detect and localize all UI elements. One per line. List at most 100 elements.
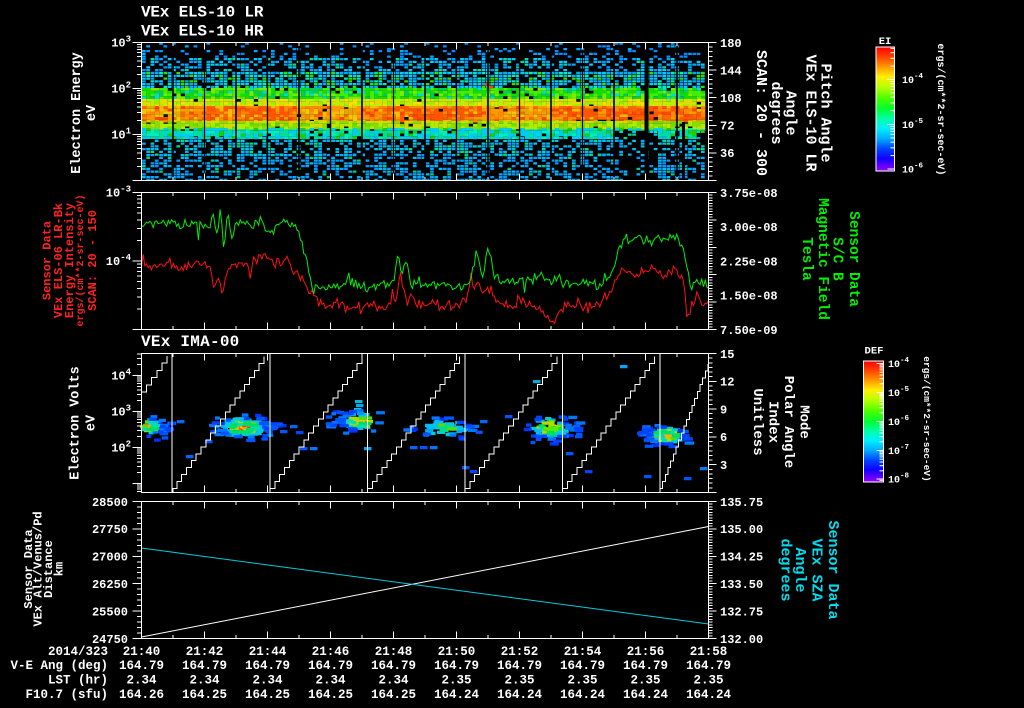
svg-text:21:46: 21:46 bbox=[312, 645, 350, 659]
svg-text:26250: 26250 bbox=[92, 578, 128, 592]
svg-text:10-4: 10-4 bbox=[106, 253, 132, 269]
svg-text:Unitless: Unitless bbox=[749, 388, 765, 455]
svg-text:F10.7 (sfu): F10.7 (sfu) bbox=[25, 688, 108, 702]
svg-text:21:48: 21:48 bbox=[375, 645, 413, 659]
svg-text:164.25: 164.25 bbox=[308, 688, 353, 702]
svg-text:144: 144 bbox=[720, 64, 742, 78]
svg-text:2.25e-08: 2.25e-08 bbox=[720, 255, 778, 269]
svg-text:EI: EI bbox=[879, 36, 892, 48]
svg-text:27750: 27750 bbox=[92, 523, 128, 537]
svg-text:133.50: 133.50 bbox=[720, 578, 763, 592]
svg-text:10-3: 10-3 bbox=[106, 185, 131, 201]
svg-text:10-4: 10-4 bbox=[888, 357, 910, 371]
svg-text:3: 3 bbox=[720, 459, 727, 473]
svg-text:Tesla: Tesla bbox=[798, 237, 814, 281]
svg-text:9: 9 bbox=[720, 403, 727, 417]
svg-text:Sensor Data: Sensor Data bbox=[845, 211, 861, 307]
svg-text:2.35: 2.35 bbox=[441, 673, 471, 687]
svg-text:1.50e-08: 1.50e-08 bbox=[720, 290, 778, 304]
svg-text:103: 103 bbox=[111, 404, 131, 420]
svg-text:Energy Intensity: Energy Intensity bbox=[63, 203, 77, 318]
svg-text:10-6: 10-6 bbox=[888, 415, 910, 429]
svg-text:101: 101 bbox=[111, 127, 131, 143]
svg-text:21:50: 21:50 bbox=[438, 645, 476, 659]
svg-text:Electron Energy: Electron Energy bbox=[70, 52, 85, 174]
svg-text:2.34: 2.34 bbox=[378, 673, 409, 687]
svg-text:ergs/(cm**2-sr-sec-eV): ergs/(cm**2-sr-sec-eV) bbox=[934, 43, 946, 175]
svg-text:164.79: 164.79 bbox=[245, 659, 290, 673]
svg-text:2.35: 2.35 bbox=[504, 673, 534, 687]
svg-text:164.25: 164.25 bbox=[371, 688, 416, 702]
svg-text:164.24: 164.24 bbox=[497, 688, 543, 702]
svg-text:25500: 25500 bbox=[92, 605, 128, 619]
svg-text:21:58: 21:58 bbox=[690, 645, 728, 659]
svg-text:180: 180 bbox=[720, 37, 742, 51]
svg-text:7.50e-09: 7.50e-09 bbox=[720, 324, 778, 338]
svg-text:2.35: 2.35 bbox=[567, 673, 597, 687]
svg-text:164.26: 164.26 bbox=[119, 688, 164, 702]
svg-text:164.24: 164.24 bbox=[560, 688, 606, 702]
svg-text:VEx IMA-00: VEx IMA-00 bbox=[141, 333, 240, 351]
svg-text:108: 108 bbox=[720, 92, 742, 106]
svg-text:164.79: 164.79 bbox=[686, 659, 731, 673]
svg-text:135.00: 135.00 bbox=[720, 523, 763, 537]
svg-text:164.25: 164.25 bbox=[245, 688, 290, 702]
svg-text:3.00e-08: 3.00e-08 bbox=[720, 221, 778, 235]
svg-text:103: 103 bbox=[111, 35, 131, 51]
svg-text:degrees: degrees bbox=[777, 538, 794, 601]
svg-text:10-5: 10-5 bbox=[888, 386, 910, 400]
svg-text:15: 15 bbox=[720, 348, 734, 362]
svg-text:ergs/(cm**2-sr-sec-eV): ergs/(cm**2-sr-sec-eV) bbox=[921, 356, 932, 481]
svg-text:135.75: 135.75 bbox=[720, 496, 763, 510]
svg-text:LST (hr): LST (hr) bbox=[48, 673, 108, 687]
svg-text:21:42: 21:42 bbox=[186, 645, 224, 659]
svg-text:km: km bbox=[53, 562, 67, 576]
svg-text:3.75e-08: 3.75e-08 bbox=[720, 187, 778, 201]
svg-text:Electron Volts: Electron Volts bbox=[69, 366, 84, 479]
svg-text:164.79: 164.79 bbox=[623, 659, 668, 673]
svg-text:104: 104 bbox=[111, 368, 131, 384]
svg-text:72: 72 bbox=[720, 120, 734, 134]
svg-text:21:54: 21:54 bbox=[564, 645, 602, 659]
svg-text:Sensor Data: Sensor Data bbox=[824, 520, 841, 619]
svg-text:DEF: DEF bbox=[865, 346, 884, 358]
svg-text:21:40: 21:40 bbox=[123, 645, 161, 659]
svg-text:VEx ELS-10 HR: VEx ELS-10 HR bbox=[141, 23, 264, 41]
svg-text:SCAN: 20 - 150: SCAN: 20 - 150 bbox=[86, 210, 100, 311]
svg-text:134.25: 134.25 bbox=[720, 551, 763, 565]
svg-text:Index: Index bbox=[765, 401, 781, 444]
svg-text:VEx ELS-10 LR: VEx ELS-10 LR bbox=[802, 54, 819, 171]
svg-text:VEx SZA: VEx SZA bbox=[808, 538, 825, 601]
svg-text:10-4: 10-4 bbox=[902, 73, 924, 87]
svg-text:164.79: 164.79 bbox=[119, 659, 164, 673]
svg-text:Polar Angle: Polar Angle bbox=[780, 376, 796, 468]
svg-text:164.24: 164.24 bbox=[434, 688, 480, 702]
svg-text:164.24: 164.24 bbox=[623, 688, 669, 702]
svg-text:102: 102 bbox=[111, 440, 131, 456]
svg-text:SCAN: 20 - 300: SCAN: 20 - 300 bbox=[752, 50, 769, 176]
svg-text:102: 102 bbox=[111, 81, 131, 97]
svg-text:2014/323: 2014/323 bbox=[48, 645, 108, 659]
svg-text:164.79: 164.79 bbox=[308, 659, 353, 673]
svg-text:28500: 28500 bbox=[92, 496, 128, 510]
svg-text:eV: eV bbox=[85, 414, 100, 431]
svg-text:164.79: 164.79 bbox=[371, 659, 416, 673]
svg-text:21:52: 21:52 bbox=[501, 645, 539, 659]
svg-text:164.79: 164.79 bbox=[497, 659, 542, 673]
svg-text:Magnetic Field: Magnetic Field bbox=[814, 198, 830, 320]
svg-text:10-6: 10-6 bbox=[902, 163, 924, 177]
svg-text:Mode: Mode bbox=[796, 405, 812, 439]
svg-text:V-E Ang (deg): V-E Ang (deg) bbox=[10, 659, 108, 673]
svg-text:164.79: 164.79 bbox=[182, 659, 227, 673]
svg-text:36: 36 bbox=[720, 147, 734, 161]
svg-text:164.24: 164.24 bbox=[686, 688, 732, 702]
svg-text:6: 6 bbox=[720, 431, 727, 445]
svg-text:2.35: 2.35 bbox=[693, 673, 723, 687]
svg-text:164.25: 164.25 bbox=[182, 688, 227, 702]
svg-text:10-7: 10-7 bbox=[888, 444, 909, 458]
svg-text:164.79: 164.79 bbox=[560, 659, 605, 673]
svg-text:2.35: 2.35 bbox=[630, 673, 660, 687]
svg-text:10-5: 10-5 bbox=[902, 118, 924, 132]
svg-text:2.34: 2.34 bbox=[315, 673, 346, 687]
svg-text:132.75: 132.75 bbox=[720, 605, 763, 619]
